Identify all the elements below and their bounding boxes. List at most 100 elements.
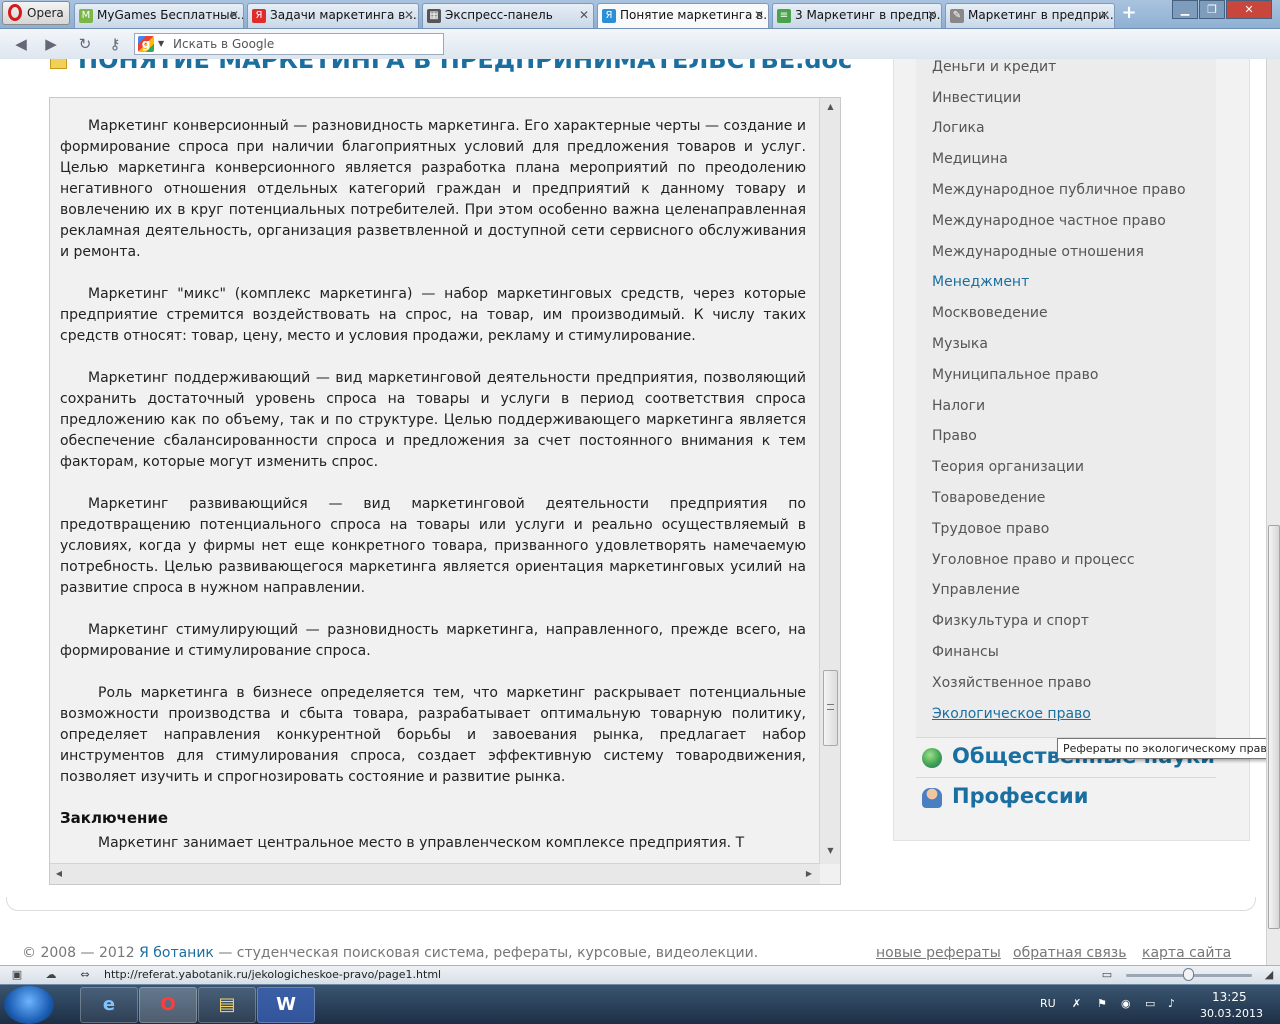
minimize-window-icon[interactable]: ▁ bbox=[1172, 0, 1198, 19]
category-link[interactable]: Управление bbox=[932, 582, 1020, 598]
document-body: Маркетинг конверсионный — разновидность … bbox=[50, 98, 820, 864]
restore-window-icon[interactable]: ❐ bbox=[1199, 0, 1225, 19]
document-scroll-thumb[interactable] bbox=[823, 670, 838, 746]
clock-date[interactable]: 30.03.2013 bbox=[1200, 1007, 1263, 1020]
category-link[interactable]: Медицина bbox=[932, 151, 1008, 167]
conclusion-heading: Заключение bbox=[60, 809, 169, 827]
tray-network-icon[interactable]: ◉ bbox=[1121, 997, 1131, 1010]
tab-close-icon[interactable]: ✕ bbox=[927, 4, 937, 27]
word-icon[interactable]: W bbox=[257, 987, 315, 1023]
category-link-hovered[interactable]: Экологическое право bbox=[932, 706, 1091, 722]
reload-icon[interactable]: ↻ bbox=[74, 35, 96, 53]
category-link[interactable]: Музыка bbox=[932, 336, 988, 352]
section-professii[interactable]: Профессии bbox=[916, 777, 1216, 819]
browser-toolbar: ◀ ▶ ↻ ⚷ g ▼ Искать в Google bbox=[0, 29, 1280, 59]
category-link[interactable]: Уголовное право и процесс bbox=[932, 552, 1135, 568]
category-link[interactable]: Право bbox=[932, 428, 977, 444]
category-link[interactable]: Международное публичное право bbox=[932, 182, 1186, 198]
scroll-down-arrow-icon[interactable]: ▼ bbox=[820, 842, 841, 860]
page-scroll-thumb[interactable] bbox=[1268, 525, 1280, 929]
cloud-icon[interactable]: ☁ bbox=[44, 968, 58, 981]
category-link-active[interactable]: Менеджмент bbox=[932, 274, 1029, 290]
tab-ponyatie-marketinga[interactable]: Я Понятие маркетинга в... ✕ bbox=[597, 3, 769, 28]
tab-mygames[interactable]: M MyGames Бесплатные... ✕ bbox=[74, 3, 244, 28]
yandex-favicon-icon: Я bbox=[252, 9, 266, 23]
category-link[interactable]: Москвоведение bbox=[932, 305, 1048, 321]
paragraph-razvivayushchiysya: Маркетинг развивающийся — вид маркетинго… bbox=[60, 496, 806, 596]
opera-taskbar-icon[interactable]: O bbox=[139, 987, 197, 1023]
person-icon bbox=[922, 788, 942, 808]
category-link[interactable]: Теория организации bbox=[932, 459, 1084, 475]
page-container-border bbox=[6, 897, 1256, 911]
category-link[interactable]: Трудовое право bbox=[932, 521, 1049, 537]
view-mode-icon[interactable]: ▭ bbox=[1100, 968, 1114, 981]
paragraph-stimuliruyushchiy: Маркетинг стимулирующий — разновидность … bbox=[60, 622, 806, 659]
category-link[interactable]: Физкультура и спорт bbox=[932, 613, 1089, 629]
speed-dial-grid-icon: ▦ bbox=[427, 9, 441, 23]
tray-antivirus-icon[interactable]: ✗ bbox=[1072, 997, 1081, 1010]
status-url: http://referat.yabotanik.ru/jekologiches… bbox=[104, 968, 442, 981]
footer-link-sitemap[interactable]: карта сайта bbox=[1142, 945, 1231, 961]
google-search-input[interactable]: g ▼ Искать в Google bbox=[134, 33, 444, 55]
pencil-favicon-icon: ✎ bbox=[950, 9, 964, 23]
back-arrow-icon[interactable]: ◀ bbox=[10, 35, 32, 53]
close-window-icon[interactable]: ✕ bbox=[1226, 0, 1272, 19]
opera-menu-label: Opera bbox=[27, 6, 64, 20]
page-title: ПОНЯТИЕ МАРКЕТИНГА В ПРЕДПРИНИМАТЕЛЬСТВЕ… bbox=[78, 59, 853, 74]
chevron-down-icon[interactable]: ▼ bbox=[158, 34, 164, 54]
key-icon[interactable]: ⚷ bbox=[104, 35, 126, 53]
browser-tab-bar: Opera M MyGames Бесплатные... ✕ Я Задачи… bbox=[0, 0, 1280, 29]
link-icon: ⇔ bbox=[80, 968, 90, 981]
tab-marketing-v-predpri[interactable]: ✎ Маркетинг в предпри... ✕ bbox=[945, 3, 1115, 28]
document-vertical-scrollbar[interactable]: ▲ ▼ bbox=[819, 98, 840, 864]
category-link[interactable]: Международные отношения bbox=[932, 244, 1144, 260]
category-link[interactable]: Логика bbox=[932, 120, 985, 136]
opera-logo-icon bbox=[8, 4, 22, 21]
explorer-folder-icon[interactable]: ▤ bbox=[198, 987, 256, 1023]
language-indicator[interactable]: RU bbox=[1040, 997, 1056, 1010]
tab-close-icon[interactable]: ✕ bbox=[404, 4, 414, 27]
brand-link[interactable]: Я ботаник bbox=[139, 945, 214, 961]
new-tab-plus-icon[interactable]: + bbox=[1117, 3, 1141, 25]
tab-close-icon[interactable]: ✕ bbox=[579, 4, 589, 27]
paragraph-podderzhivayushchiy: Маркетинг поддерживающий — вид маркетинг… bbox=[60, 370, 806, 470]
scroll-left-arrow-icon[interactable]: ◀ bbox=[50, 865, 68, 883]
document-viewer[interactable]: Маркетинг конверсионный — разновидность … bbox=[49, 97, 841, 885]
category-link[interactable]: Товароведение bbox=[932, 490, 1045, 506]
forward-arrow-icon[interactable]: ▶ bbox=[40, 35, 62, 53]
scroll-up-arrow-icon[interactable]: ▲ bbox=[820, 98, 841, 116]
internet-explorer-icon[interactable]: e bbox=[80, 987, 138, 1023]
tab-close-icon[interactable]: ✕ bbox=[754, 4, 764, 27]
tab-close-icon[interactable]: ✕ bbox=[1100, 4, 1110, 27]
tab-3-marketing[interactable]: ≡ 3 Маркетинг в предпр... ✕ bbox=[772, 3, 942, 28]
category-link[interactable]: Международное частное право bbox=[932, 213, 1166, 229]
category-link[interactable]: Хозяйственное право bbox=[932, 675, 1091, 691]
panel-toggle-icon[interactable]: ▣ bbox=[10, 968, 24, 981]
page-vertical-scrollbar[interactable] bbox=[1266, 59, 1280, 965]
resize-grip-icon: ◢ bbox=[1264, 968, 1274, 981]
scroll-right-arrow-icon[interactable]: ▶ bbox=[800, 865, 818, 883]
tray-monitor-icon[interactable]: ▭ bbox=[1145, 997, 1155, 1010]
document-horizontal-scrollbar[interactable]: ◀ ▶ bbox=[50, 863, 820, 884]
tab-zadachi-marketinga[interactable]: Я Задачи маркетинга в ... ✕ bbox=[247, 3, 419, 28]
yabotanik-favicon-icon: Я bbox=[602, 9, 616, 23]
footer-link-new-referats[interactable]: новые рефераты bbox=[876, 945, 1001, 961]
tab-express-panel[interactable]: ▦ Экспресс-панель ✕ bbox=[422, 3, 594, 28]
copyright-text: © 2008 — 2012 bbox=[22, 945, 135, 961]
document-favicon-icon: ≡ bbox=[777, 9, 791, 23]
zoom-slider-knob[interactable] bbox=[1183, 968, 1194, 981]
category-link[interactable]: Муниципальное право bbox=[932, 367, 1098, 383]
tab-close-icon[interactable]: ✕ bbox=[229, 4, 239, 27]
tray-flag-icon[interactable]: ⚑ bbox=[1097, 997, 1107, 1010]
category-link[interactable]: Деньги и кредит bbox=[932, 59, 1056, 75]
tab-label: 3 Маркетинг в предпр... bbox=[795, 8, 942, 22]
category-link[interactable]: Инвестиции bbox=[932, 90, 1021, 106]
clock-time[interactable]: 13:25 bbox=[1212, 990, 1247, 1004]
start-button[interactable] bbox=[4, 986, 54, 1024]
opera-menu-button[interactable]: Opera bbox=[2, 1, 70, 25]
category-link[interactable]: Налоги bbox=[932, 398, 985, 414]
footer-link-feedback[interactable]: обратная связь bbox=[1013, 945, 1127, 961]
web-page: ПОНЯТИЕ МАРКЕТИНГА В ПРЕДПРИНИМАТЕЛЬСТВЕ… bbox=[0, 59, 1266, 965]
category-link[interactable]: Финансы bbox=[932, 644, 999, 660]
tray-volume-icon[interactable]: ♪ bbox=[1168, 997, 1175, 1010]
